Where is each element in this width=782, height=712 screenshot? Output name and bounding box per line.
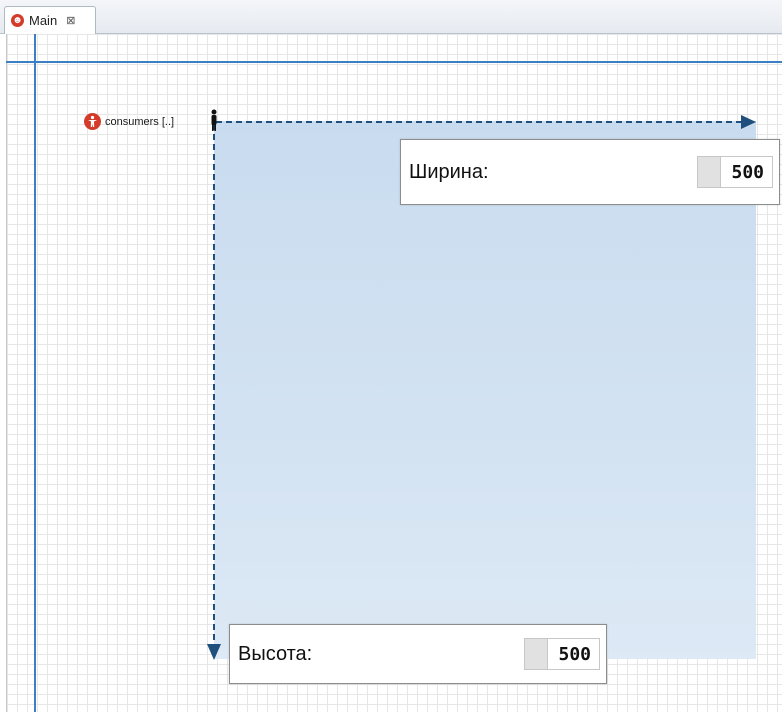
height-spinner[interactable]	[525, 639, 549, 669]
width-input[interactable]: 500	[697, 156, 773, 188]
height-arrow-head	[207, 644, 221, 660]
width-arrow-head	[741, 115, 756, 129]
agent-person-icon	[84, 113, 101, 130]
height-value: 500	[558, 643, 591, 665]
agent-population-name: consumers [..]	[105, 115, 175, 128]
width-dimension-box: Ширина: 500	[400, 139, 780, 205]
width-value: 500	[731, 161, 764, 183]
dimension-arrows	[207, 115, 756, 660]
width-spinner[interactable]	[698, 157, 722, 187]
agent-population-label[interactable]: consumers [..]	[84, 113, 174, 130]
height-label: Высота:	[238, 642, 313, 665]
agent-person-marker-icon[interactable]	[209, 109, 219, 133]
width-label: Ширина:	[409, 160, 489, 183]
height-input[interactable]: 500	[524, 638, 600, 670]
height-dimension-box: Высота: 500	[229, 624, 607, 684]
